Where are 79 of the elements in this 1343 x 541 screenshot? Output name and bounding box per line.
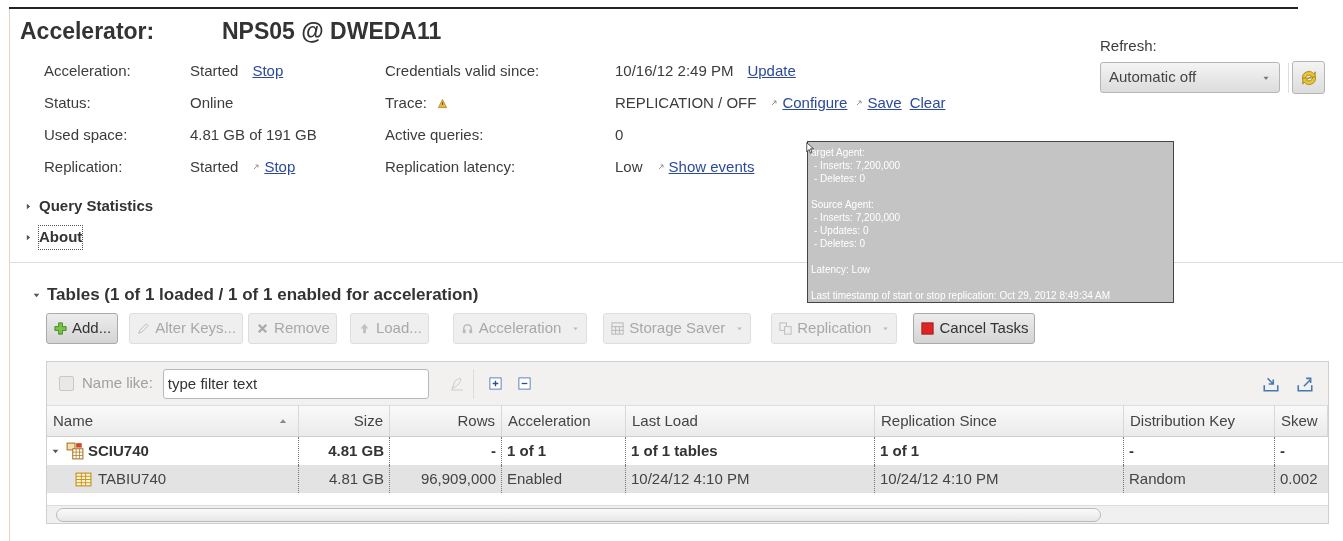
property-label: Trace: (385, 92, 427, 113)
external-link-icon (770, 99, 779, 107)
tooltip-line: arget Agent: (811, 146, 866, 159)
column-header[interactable]: Last Load (626, 406, 875, 436)
property-value: 0 (615, 124, 624, 145)
table-cell-text: 4.81 GB (328, 468, 384, 489)
table-cell-text: 1 of 1 (880, 440, 920, 461)
link[interactable]: Stop (252, 59, 284, 83)
refresh-button[interactable] (1292, 61, 1325, 94)
link[interactable]: Configure (782, 91, 848, 115)
property-label: Status: (44, 92, 91, 113)
link[interactable]: Show events (668, 155, 755, 179)
property-value: Low (615, 156, 643, 177)
table-cell-text: Enabled (507, 468, 563, 489)
property-label: Active queries: (385, 124, 484, 145)
expand-all-icon (487, 376, 503, 391)
external-link-icon (252, 163, 261, 171)
link[interactable]: Clear (909, 91, 946, 115)
horizontal-scrollbar[interactable] (47, 505, 1328, 523)
column-header[interactable]: Name (47, 406, 299, 436)
table-cell-text: 1 of 1 (507, 440, 547, 461)
pencil-icon (136, 320, 152, 336)
toolbar-button[interactable]: Cancel Tasks (913, 312, 1036, 344)
tooltip-line: Source Agent: (811, 198, 875, 211)
property-label: Replication: (44, 156, 123, 177)
filter-label: Name like: (82, 373, 153, 394)
tree-item[interactable]: SCIU740 (88, 439, 149, 463)
property-label: Credentials valid since: (385, 60, 540, 81)
warning-icon (436, 97, 448, 109)
table-cell-text: 96,909,000 (420, 468, 496, 489)
accelerator-label: Accelerator: (20, 16, 156, 46)
toolbar-button[interactable]: Add... (46, 312, 119, 344)
section-header[interactable]: Tables (1 of 1 loaded / 1 of 1 enabled for acceleration) (47, 282, 479, 308)
link[interactable]: Stop (264, 155, 296, 179)
column-header[interactable]: Skew (1275, 406, 1328, 436)
column-header[interactable]: Distribution Key (1124, 406, 1275, 436)
property-value: 4.81 GB of 191 GB (190, 124, 317, 145)
refresh-label: Refresh: (1100, 36, 1158, 56)
stop-icon (920, 320, 936, 336)
table-cell-text: 0.002 (1280, 468, 1318, 489)
tree-item[interactable]: TABIU740 (98, 467, 167, 491)
filter-field[interactable]: type filter text (162, 368, 429, 399)
property-value: Started (190, 60, 239, 81)
refresh-dropdown[interactable]: Automatic off (1100, 62, 1280, 93)
grid-icon (610, 320, 626, 336)
eraser-icon (448, 375, 465, 392)
column-header[interactable]: Acceleration (502, 406, 626, 436)
tooltip-line: Latency: Low (811, 263, 871, 276)
table-cell-text: Random (1129, 468, 1186, 489)
external-link-icon (855, 99, 864, 107)
column-header[interactable]: Rows (390, 406, 502, 436)
plus-icon (53, 320, 68, 336)
accelerator-name: NPS05 @ DWEDA11 (222, 16, 442, 46)
table-cell-text: 10/24/12 4:10 PM (631, 468, 750, 489)
collapse-all-icon (516, 376, 532, 391)
property-value: Started (190, 156, 239, 177)
database-icon (66, 442, 84, 460)
table-cell-text: 1 of 1 tables (631, 440, 718, 461)
table-cell-text: 4.81 GB (328, 440, 384, 461)
property-label: Acceleration: (44, 60, 131, 81)
property-value: REPLICATION / OFF (615, 92, 757, 113)
property-value: Online (190, 92, 234, 113)
table-cell-text: - (1129, 440, 1134, 461)
property-label: Replication latency: (385, 156, 516, 177)
link[interactable]: Save (867, 91, 902, 115)
section-header[interactable]: About (39, 226, 83, 249)
table-icon (75, 470, 92, 488)
table-cell-text: - (1280, 440, 1285, 461)
checkbox[interactable] (59, 376, 74, 391)
table-cell-text: 10/24/12 4:10 PM (880, 468, 999, 489)
copy-icon (778, 320, 794, 336)
external-link-icon (656, 163, 665, 171)
link[interactable]: Update (747, 59, 796, 83)
table-cell-text: - (491, 440, 496, 461)
column-header[interactable]: Size (299, 406, 390, 436)
column-header[interactable]: Replication Since (875, 406, 1124, 436)
property-label: Used space: (44, 124, 128, 145)
property-value: 10/16/12 2:49 PM (615, 60, 734, 81)
section-header[interactable]: Query Statistics (39, 195, 154, 218)
